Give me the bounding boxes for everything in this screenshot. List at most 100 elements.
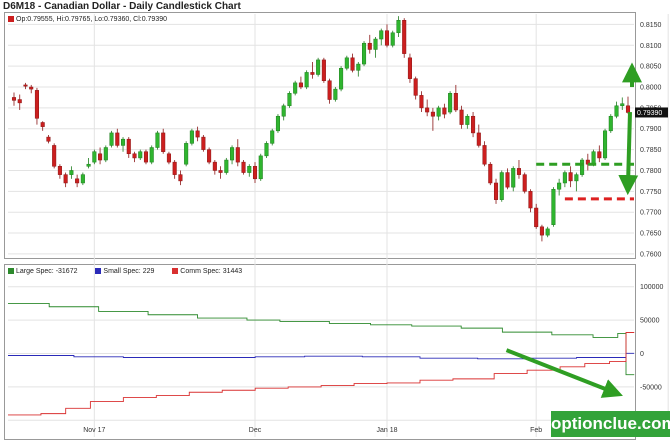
candle-body — [258, 155, 263, 180]
candle-body — [362, 42, 367, 65]
candle-body — [57, 166, 62, 175]
x-axis-tick-label: Jan 18 — [376, 427, 397, 434]
candle-body — [264, 143, 269, 157]
candle-body — [580, 159, 585, 175]
candle-body — [281, 105, 286, 117]
candle-body — [132, 153, 137, 159]
candle-body — [574, 174, 579, 182]
candle-body — [493, 182, 499, 200]
price-axis-tick-label: 0.7900 — [640, 126, 662, 133]
candle-body — [545, 228, 550, 236]
candle-body — [488, 163, 493, 184]
last-price-label: 0.79390 — [637, 110, 662, 117]
candle-body — [310, 72, 315, 75]
price-axis-tick-label: 0.7800 — [640, 168, 662, 175]
candle-body — [178, 174, 183, 182]
price-axis-tick-label: 0.8000 — [640, 85, 662, 92]
candle-body — [247, 166, 252, 173]
candle-body — [516, 168, 522, 175]
candle-body — [270, 130, 275, 144]
cot-axis-tick-label: -50000 — [640, 384, 662, 391]
x-axis-tick-label: Nov 17 — [83, 427, 105, 434]
x-axis-tick-label: Dec — [249, 427, 262, 434]
candle-body — [597, 151, 602, 159]
candle-body — [384, 30, 390, 46]
candle-body — [189, 130, 194, 144]
candle-body — [80, 174, 85, 184]
candle-body — [69, 170, 74, 175]
candle-body — [448, 93, 453, 113]
candle-body — [505, 172, 510, 188]
candle-body — [321, 59, 326, 82]
x-axis-tick-label: Feb — [530, 427, 542, 434]
candle-body — [499, 172, 504, 200]
candle-body — [367, 42, 372, 50]
candle-body — [29, 86, 34, 90]
candle-body — [143, 151, 149, 163]
candle-body — [115, 132, 120, 146]
candle-body — [293, 82, 298, 94]
candle-body — [230, 147, 235, 161]
candle-body — [138, 151, 143, 159]
candle-body — [459, 109, 464, 125]
candle-body — [195, 130, 200, 138]
candle-body — [172, 161, 177, 175]
comm-spec-line — [8, 332, 635, 416]
candle-body — [407, 57, 412, 79]
candle-body — [275, 115, 280, 132]
candle-body — [184, 143, 189, 165]
candle-body — [539, 226, 544, 236]
candle-body — [86, 163, 91, 167]
candle-body — [333, 88, 338, 100]
candle-body — [356, 63, 361, 71]
candle-body — [396, 20, 401, 34]
candle-body — [252, 166, 258, 180]
candle-body — [212, 161, 217, 171]
candle-body — [98, 153, 103, 161]
price-axis-tick-label: 0.7600 — [640, 251, 662, 258]
candle-body — [161, 132, 166, 152]
candle-body — [52, 145, 57, 167]
candle-body — [471, 115, 476, 134]
candle-body — [379, 30, 384, 40]
candle-body — [482, 145, 487, 165]
candle-body — [11, 97, 17, 101]
cot-axis-tick-label: 50000 — [640, 318, 660, 325]
small-spec-line — [8, 352, 635, 360]
candle-body — [430, 111, 435, 117]
chart-svg: 0.7600 0.7650 0.7700 0.7750 0.7800 0.7850 0.79… — [8, 14, 670, 437]
candle-body — [620, 103, 625, 107]
candle-body — [373, 38, 378, 50]
candle-body — [591, 151, 596, 165]
candle-body — [339, 67, 344, 90]
candle-body — [327, 80, 332, 100]
candle-body — [390, 32, 395, 46]
candle-body — [425, 107, 430, 113]
candle-body — [614, 105, 619, 117]
candle-body — [453, 93, 458, 111]
candle-body — [149, 147, 154, 163]
candle-body — [442, 107, 447, 115]
price-axis-tick-label: 0.8150 — [640, 22, 662, 29]
candle-body — [23, 84, 28, 87]
candle-body — [344, 57, 349, 69]
candle-body — [436, 107, 441, 117]
arrow-down — [618, 111, 639, 196]
price-axis-tick-label: 0.7700 — [640, 210, 662, 217]
candle-body — [511, 168, 516, 188]
cot-axis-tick-label: 100000 — [640, 284, 663, 291]
cot-arrow-down — [505, 348, 623, 398]
cot-axis-tick-label: 0 — [640, 351, 644, 358]
candle-body — [63, 174, 68, 184]
candle-body — [603, 130, 608, 159]
candle-body — [402, 20, 407, 54]
candle-body — [207, 149, 212, 163]
candle-body — [235, 147, 240, 163]
candle-body — [287, 93, 292, 107]
candle-body — [126, 138, 131, 155]
candle-body — [298, 82, 303, 88]
candle-body — [241, 161, 246, 173]
candle-body — [17, 99, 22, 104]
candle-body — [568, 172, 573, 182]
candle-body — [551, 188, 556, 225]
